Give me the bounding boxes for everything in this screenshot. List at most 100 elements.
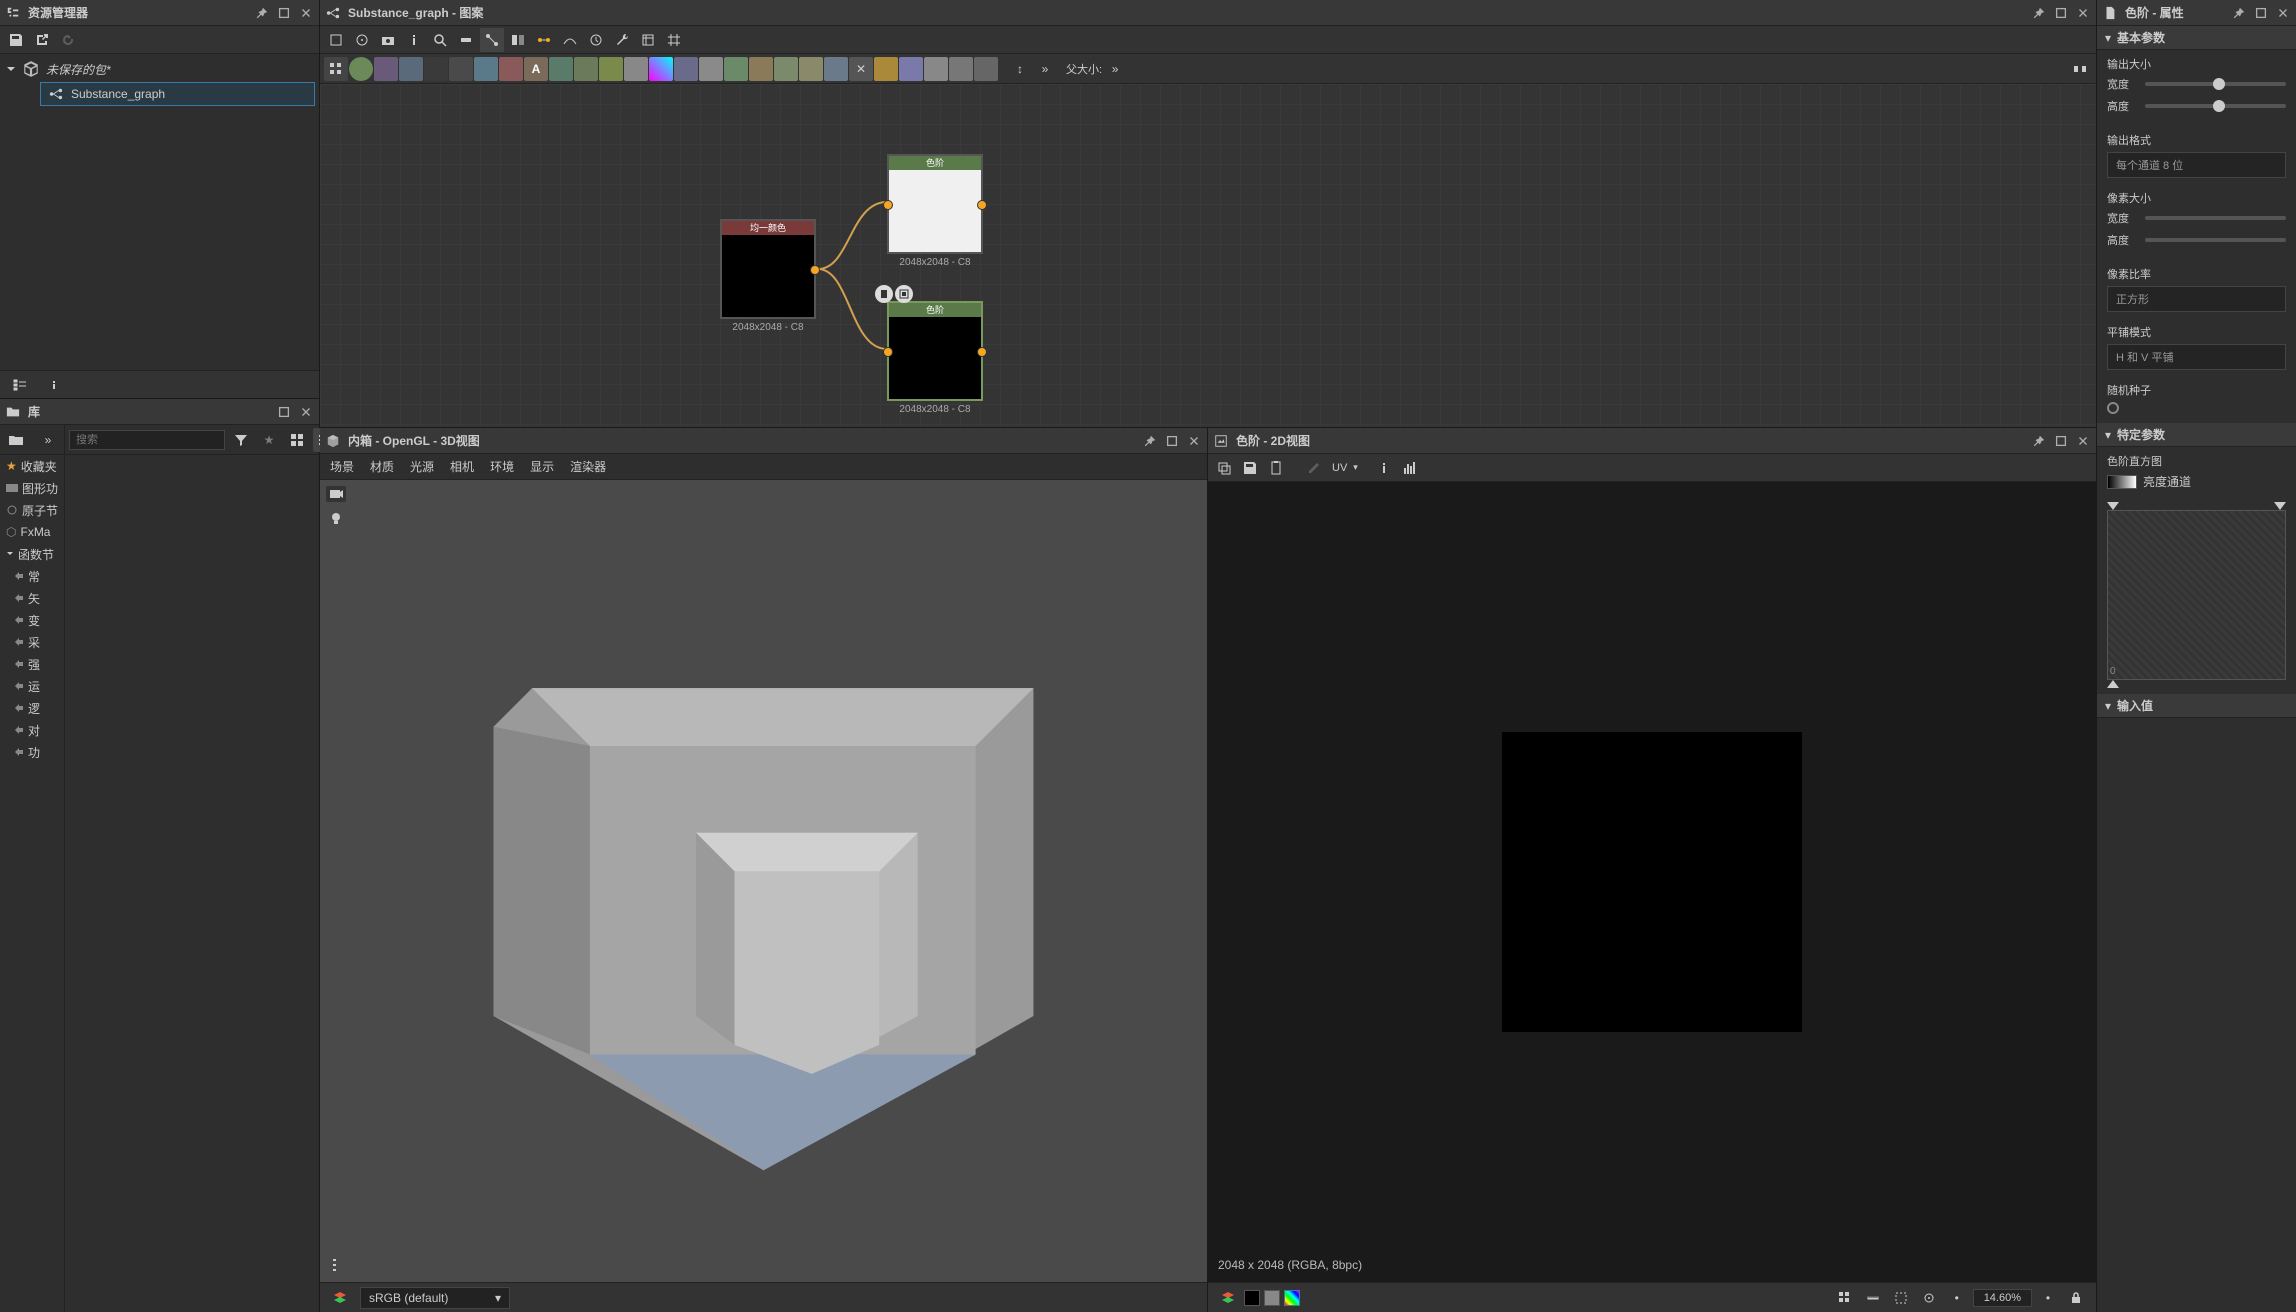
menu-env[interactable]: 环境 xyxy=(490,458,514,475)
brush-icon[interactable] xyxy=(1302,456,1326,480)
atom-switch[interactable] xyxy=(424,57,448,81)
more-icon[interactable]: » xyxy=(1033,57,1057,81)
output-port[interactable] xyxy=(977,347,987,357)
pin-icon[interactable] xyxy=(1143,434,1157,448)
level-out-low[interactable] xyxy=(2107,680,2119,688)
atom-blur[interactable] xyxy=(699,57,723,81)
save-icon[interactable] xyxy=(1238,456,1262,480)
viewport-2d[interactable]: 2048 x 2048 (RGBA, 8bpc) xyxy=(1208,482,2096,1282)
timing-icon[interactable] xyxy=(584,28,608,52)
refresh-icon[interactable] xyxy=(56,28,80,52)
camera-toggle-icon[interactable] xyxy=(326,486,346,502)
grid-icon[interactable] xyxy=(662,28,686,52)
atom-output[interactable] xyxy=(974,57,998,81)
pin-icon[interactable] xyxy=(2032,434,2046,448)
swatch-rgb[interactable] xyxy=(1284,1290,1300,1306)
ruler-icon[interactable] xyxy=(1861,1286,1885,1310)
atom-sharpen[interactable] xyxy=(799,57,823,81)
search-icon[interactable] xyxy=(428,28,452,52)
chevron-down-icon[interactable]: ▾ xyxy=(1353,462,1358,473)
lib-fn-item[interactable]: 常 xyxy=(0,565,64,587)
highlight-icon[interactable] xyxy=(454,28,478,52)
atom-distance[interactable] xyxy=(924,57,948,81)
atom-warning[interactable] xyxy=(874,57,898,81)
copy-icon[interactable] xyxy=(1212,456,1236,480)
input-port[interactable] xyxy=(883,347,893,357)
ratio-field[interactable]: 正方形 xyxy=(2107,286,2286,312)
pin-icon[interactable] xyxy=(2032,6,2046,20)
zoom-value[interactable]: 14.60% xyxy=(1973,1289,2032,1307)
lib-fn-item[interactable]: 变 xyxy=(0,609,64,631)
output-port[interactable] xyxy=(810,265,820,275)
fit-icon[interactable] xyxy=(324,28,348,52)
camera-icon[interactable] xyxy=(376,28,400,52)
paste-icon[interactable] xyxy=(1264,456,1288,480)
lib-cat-fxmap[interactable]: ⬡FxMa xyxy=(0,521,64,543)
maximize-icon[interactable] xyxy=(2054,6,2068,20)
node-levels-1[interactable]: 色阶 2048x2048 - C8 xyxy=(887,154,983,254)
graph-item[interactable]: Substance_graph xyxy=(40,82,315,106)
input-port[interactable] xyxy=(883,200,893,210)
info-icon[interactable] xyxy=(42,373,66,397)
grid-view-icon[interactable] xyxy=(285,428,309,452)
level-in-high[interactable] xyxy=(2274,502,2286,510)
histogram-icon[interactable] xyxy=(1398,456,1422,480)
close-icon[interactable] xyxy=(2276,6,2290,20)
info-icon[interactable] xyxy=(402,28,426,52)
uv-label[interactable]: UV xyxy=(1332,462,1347,474)
px-width-slider[interactable] xyxy=(2145,216,2286,220)
pin-icon[interactable] xyxy=(2232,6,2246,20)
atom-grayscale[interactable] xyxy=(624,57,648,81)
menu-material[interactable]: 材质 xyxy=(370,458,394,475)
histogram-canvas[interactable]: 0 xyxy=(2107,510,2286,680)
lib-fn-item[interactable]: 强 xyxy=(0,653,64,675)
align-icon[interactable] xyxy=(506,28,530,52)
save-icon[interactable] xyxy=(4,28,28,52)
grid-icon[interactable] xyxy=(1833,1286,1857,1310)
node-levels-2[interactable]: 色阶 2048x2048 - C8 xyxy=(887,301,983,401)
maximize-icon[interactable] xyxy=(277,405,291,419)
layers-icon[interactable] xyxy=(1216,1286,1240,1310)
lib-cat-atomic[interactable]: 原子节 xyxy=(0,499,64,521)
atom-text[interactable]: A xyxy=(524,57,548,81)
atom-apps[interactable] xyxy=(324,57,348,81)
px-height-slider[interactable] xyxy=(2145,238,2286,242)
light-toggle-icon[interactable] xyxy=(326,508,346,528)
lib-fn-item[interactable]: 采 xyxy=(0,631,64,653)
atom-blend[interactable] xyxy=(499,57,523,81)
export-icon[interactable] xyxy=(30,28,54,52)
sort-icon[interactable]: ↕ xyxy=(1008,57,1032,81)
lib-cat-functions[interactable]: 函数节 xyxy=(0,543,64,565)
section-basic[interactable]: ▾ 基本参数 xyxy=(2097,26,2296,50)
maximize-icon[interactable] xyxy=(277,6,291,20)
atom-emboss[interactable] xyxy=(824,57,848,81)
atom-fxmap[interactable] xyxy=(474,57,498,81)
swatch-black[interactable] xyxy=(1244,1290,1260,1306)
maximize-icon[interactable] xyxy=(2254,6,2268,20)
node-uniform-color[interactable]: 均一颜色 2048x2048 - C8 xyxy=(720,219,816,319)
link-icon[interactable] xyxy=(532,28,556,52)
level-in-low[interactable] xyxy=(2107,502,2119,510)
hierarchy-icon[interactable] xyxy=(326,1252,350,1276)
atom-normal[interactable] xyxy=(899,57,923,81)
width-slider[interactable] xyxy=(2145,82,2286,86)
lib-fn-item[interactable]: 功 xyxy=(0,741,64,763)
curve-icon[interactable] xyxy=(558,28,582,52)
atom-curve[interactable] xyxy=(949,57,973,81)
layers-icon[interactable] xyxy=(328,1286,352,1310)
maximize-icon[interactable] xyxy=(1165,434,1179,448)
atom-image[interactable] xyxy=(374,57,398,81)
viewport-3d[interactable] xyxy=(320,480,1207,1282)
menu-light[interactable]: 光源 xyxy=(410,458,434,475)
node-badge-view-icon[interactable] xyxy=(895,285,913,303)
atom-warp[interactable] xyxy=(749,57,773,81)
swatch-gray[interactable] xyxy=(1264,1290,1280,1306)
filter-icon[interactable] xyxy=(229,428,253,452)
center-icon[interactable] xyxy=(1917,1286,1941,1310)
wrench-icon[interactable] xyxy=(610,28,634,52)
seed-radio[interactable] xyxy=(2107,402,2119,414)
close-icon[interactable] xyxy=(1187,434,1201,448)
atom-uniform[interactable] xyxy=(349,57,373,81)
lib-cat-graphic[interactable]: 图形功 xyxy=(0,477,64,499)
atom-levels[interactable] xyxy=(599,57,623,81)
